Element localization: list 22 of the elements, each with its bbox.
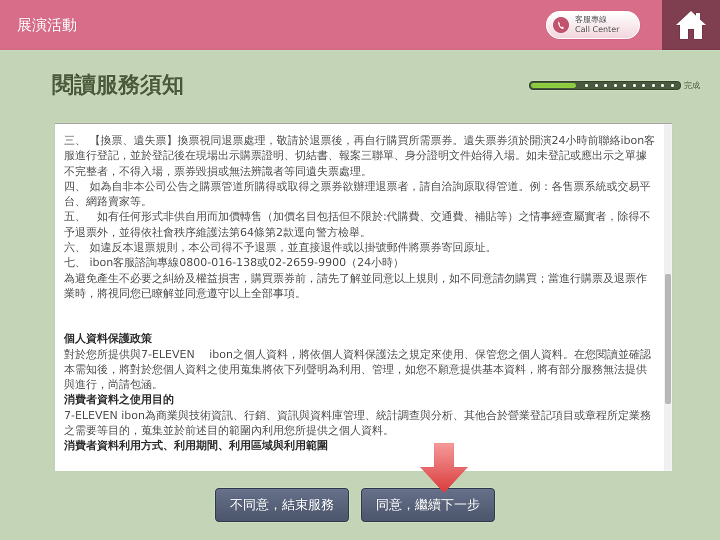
header-title: 展演活動	[16, 16, 78, 34]
notice-paragraph: 四、 如為自非本公司公告之購票管道所購得或取得之票券欲辦理退票者，請自洽詢原取得管道。例：各售票系統或交易平台、網路賣家等。	[64, 178, 652, 210]
page-title: 閱讀服務須知	[52, 72, 185, 100]
phone-icon	[553, 17, 569, 33]
disagree-button[interactable]: 不同意，結束服務	[215, 488, 349, 522]
down-arrow-icon	[420, 443, 468, 493]
section-heading: 消費者資料利用方式、利用期間、利用區域與利用範圍	[64, 438, 329, 454]
home-button[interactable]	[662, 0, 720, 50]
section-heading: 個人資料保護政策	[64, 331, 153, 347]
notice-paragraph: 七、 ibon客服諮詢專線0800-016-138或02-2659-9900（24小時）	[64, 255, 406, 271]
home-icon	[675, 10, 707, 40]
progress-label: 完成	[684, 80, 700, 90]
scrollbar[interactable]	[664, 124, 672, 471]
notice-paragraph: 六、 如違反本退票規則，本公司得不予退票，並直接退件或以掛號郵件將票券寄回原址。	[64, 240, 498, 256]
call-center-button[interactable]: 客服專線 Call Center	[546, 11, 640, 39]
notice-paragraph: 為避免產生不必要之糾紛及權益損害，購買票券前，請先了解並同意以上規則，如不同意請勿購買；當進行購票及退票作業時，將視同您已瞭解並同意遵守以上全部事項。	[64, 270, 648, 302]
section-heading: 消費者資料之使用目的	[64, 392, 175, 408]
notice-paragraph: 7-ELEVEN ibon為商業與技術資訊、行銷、資訊與資料庫管理、統計調查與分析、其他合於營業登記項目或章程所定業務之需要等目的，蒐集並於前述目的範圍內利用您所提供之個人資料。	[64, 408, 652, 438]
notice-paragraph: 三、 【換票、遺失票】換票視同退票處理，敬請於退票後，再自行購買所需票券。遺失票券須於開演24小時前聯絡ibon客服進行登記，並於登記後在現場出示購票證明、切結書、報案三聯單、身分證明文件始得入場。如未登記或應出示之單據不完整者，不得入場，票券毀損或無法辨識者等同遺失票處理。	[64, 133, 656, 179]
agree-button[interactable]: 同意，繼續下一步	[361, 488, 495, 522]
notice-paragraph: 五、 如有任何形式非供自用而加價轉售（加價名目包括但不限於:代購費、交通費、補貼等）之情事經查屬實者，除得不予退票外，並得依社會秩序維護法第64條第2款逕向警方檢舉。	[64, 209, 652, 240]
notice-paragraph: 對於您所提供與7-ELEVEN ibon之個人資料，將依個人資料保護法之規定來使用、保管您之個人資料。在您閱讀並確認本需知後，將對於您個人資料之使用蒐集將依下列聲明為利用、管理，如您不願意提供基本資料，將有部分服務無法提供與進行，尚請包涵。	[64, 346, 652, 392]
